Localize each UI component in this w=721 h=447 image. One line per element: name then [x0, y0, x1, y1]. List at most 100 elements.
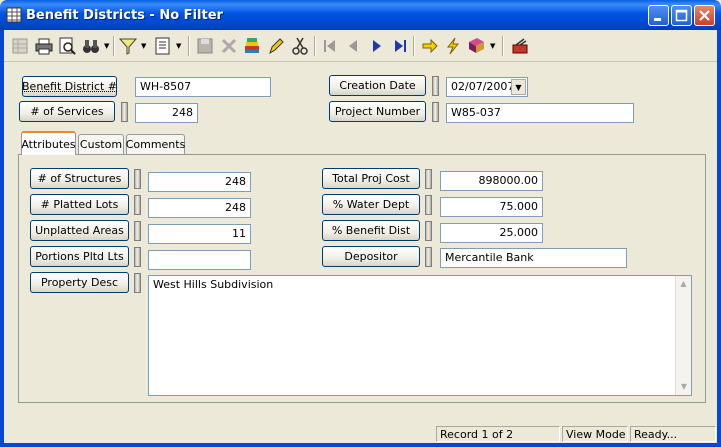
stack-icon[interactable] — [242, 36, 262, 56]
structures-field[interactable]: 248 — [148, 172, 251, 192]
depositor-button[interactable]: Depositor — [322, 246, 420, 267]
depositor-grip-handle[interactable] — [425, 247, 432, 267]
portions-grip-handle[interactable] — [134, 247, 141, 267]
toolbar-separator — [413, 36, 415, 56]
flash-icon[interactable] — [443, 36, 463, 56]
benefit-district-field[interactable]: WH-8507 — [135, 77, 271, 97]
property-desc-label: Property Desc — [40, 276, 119, 289]
report-icon[interactable] — [153, 36, 173, 56]
filter-dropdown-icon[interactable]: ▼ — [141, 42, 146, 50]
mode-status: View Mode — [562, 426, 628, 442]
window-frame-left — [0, 30, 4, 447]
tab-attributes-label: Attributes — [21, 137, 76, 151]
tab-custom-label: Custom — [79, 138, 123, 151]
grid-icon[interactable] — [10, 36, 30, 56]
structures-grip-handle[interactable] — [134, 169, 141, 189]
services-grip-handle[interactable] — [121, 102, 128, 122]
minimize-button[interactable] — [648, 5, 669, 26]
property-desc-grip-handle[interactable] — [134, 273, 141, 293]
benefit-dist-button[interactable]: % Benefit Dist — [322, 220, 420, 241]
unplatted-areas-label: Unplatted Areas — [35, 224, 124, 237]
chevron-down-icon[interactable]: ▼ — [511, 79, 526, 95]
last-record-icon[interactable] — [390, 36, 410, 56]
structures-button[interactable]: # of Structures — [30, 168, 129, 189]
benefit-dist-field[interactable]: 25.000 — [440, 223, 543, 243]
filter-icon[interactable] — [118, 36, 138, 56]
prev-record-icon[interactable] — [343, 36, 363, 56]
unplatted-areas-button[interactable]: Unplatted Areas — [30, 220, 129, 241]
platted-lots-field[interactable]: 248 — [148, 198, 251, 218]
save-icon[interactable] — [195, 36, 215, 56]
binoculars-icon[interactable] — [81, 36, 101, 56]
portions-field[interactable] — [148, 250, 251, 270]
tab-custom[interactable]: Custom — [78, 134, 124, 154]
goto-icon[interactable] — [420, 36, 440, 56]
creation-date-button[interactable]: Creation Date — [329, 75, 426, 96]
first-record-icon[interactable] — [320, 36, 340, 56]
project-number-label: Project Number — [334, 105, 421, 118]
book-dropdown-icon[interactable]: ▼ — [490, 42, 495, 50]
project-number-grip-handle[interactable] — [432, 102, 439, 122]
tab-attributes[interactable]: Attributes — [21, 131, 76, 155]
property-desc-textarea[interactable]: West Hills Subdivision ▲ ▼ — [148, 275, 692, 396]
creation-date-field[interactable]: 02/07/2007 ▼ — [446, 77, 528, 97]
record-status: Record 1 of 2 — [436, 426, 560, 442]
services-label: # of Services — [30, 105, 104, 118]
toolbar-separator — [502, 36, 504, 56]
creation-date-grip-handle[interactable] — [432, 76, 439, 96]
benefit-district-button[interactable]: Benefit District # — [22, 76, 117, 97]
total-cost-label: Total Proj Cost — [332, 172, 410, 185]
window-frame-bottom — [0, 443, 721, 447]
tab-comments-label: Comments — [125, 138, 186, 151]
total-cost-grip-handle[interactable] — [425, 169, 432, 189]
unplatted-areas-field[interactable]: 11 — [148, 224, 251, 244]
water-dept-field[interactable]: 75.000 — [440, 197, 543, 217]
delete-icon[interactable] — [219, 36, 239, 56]
benefit-dist-grip-handle[interactable] — [425, 221, 432, 241]
portions-button[interactable]: Portions Pltd Lts — [30, 246, 129, 267]
minimize-icon — [654, 18, 661, 21]
benefit-dist-label: % Benefit Dist — [331, 224, 411, 237]
close-icon — [699, 10, 710, 21]
depositor-label: Depositor — [344, 250, 398, 263]
book-icon[interactable] — [466, 36, 486, 56]
project-number-field[interactable]: W85-037 — [446, 103, 634, 123]
scroll-up-icon[interactable]: ▲ — [676, 276, 691, 292]
close-button[interactable] — [694, 5, 715, 26]
creation-date-label: Creation Date — [339, 79, 416, 92]
services-button[interactable]: # of Services — [19, 101, 115, 122]
next-record-icon[interactable] — [367, 36, 387, 56]
services-field[interactable]: 248 — [135, 103, 198, 123]
window-title: Benefit Districts - No Filter — [26, 8, 223, 23]
unplatted-areas-grip-handle[interactable] — [134, 221, 141, 241]
preview-icon[interactable] — [57, 36, 77, 56]
vertical-scrollbar[interactable]: ▲ ▼ — [675, 276, 691, 395]
total-cost-button[interactable]: Total Proj Cost — [322, 168, 420, 189]
property-desc-value: West Hills Subdivision — [153, 278, 274, 291]
edit-icon[interactable] — [266, 36, 286, 56]
property-desc-button[interactable]: Property Desc — [30, 272, 129, 293]
scroll-down-icon[interactable]: ▼ — [676, 379, 691, 395]
platted-lots-button[interactable]: # Platted Lots — [30, 194, 129, 215]
water-dept-button[interactable]: % Water Dept — [322, 194, 420, 215]
maximize-button[interactable] — [671, 5, 692, 26]
total-cost-field[interactable]: 898000.00 — [440, 171, 543, 191]
binoculars-dropdown-icon[interactable]: ▼ — [104, 42, 109, 50]
water-dept-label: % Water Dept — [332, 198, 410, 211]
platted-lots-label: # Platted Lots — [40, 198, 119, 211]
toolbar-separator — [314, 36, 316, 56]
cut-icon[interactable] — [290, 36, 310, 56]
benefit-district-label: Benefit District # — [22, 80, 118, 93]
platted-lots-grip-handle[interactable] — [134, 195, 141, 215]
tab-comments[interactable]: Comments — [126, 134, 185, 154]
portions-label: Portions Pltd Lts — [35, 250, 124, 263]
report-dropdown-icon[interactable]: ▼ — [176, 42, 181, 50]
exit-icon[interactable] — [510, 36, 530, 56]
structures-label: # of Structures — [37, 172, 122, 185]
water-dept-grip-handle[interactable] — [425, 195, 432, 215]
maximize-icon — [675, 9, 688, 22]
depositor-field[interactable]: Mercantile Bank — [440, 248, 627, 268]
project-number-button[interactable]: Project Number — [329, 101, 426, 122]
window-frame-right — [717, 30, 721, 447]
print-icon[interactable] — [34, 36, 54, 56]
